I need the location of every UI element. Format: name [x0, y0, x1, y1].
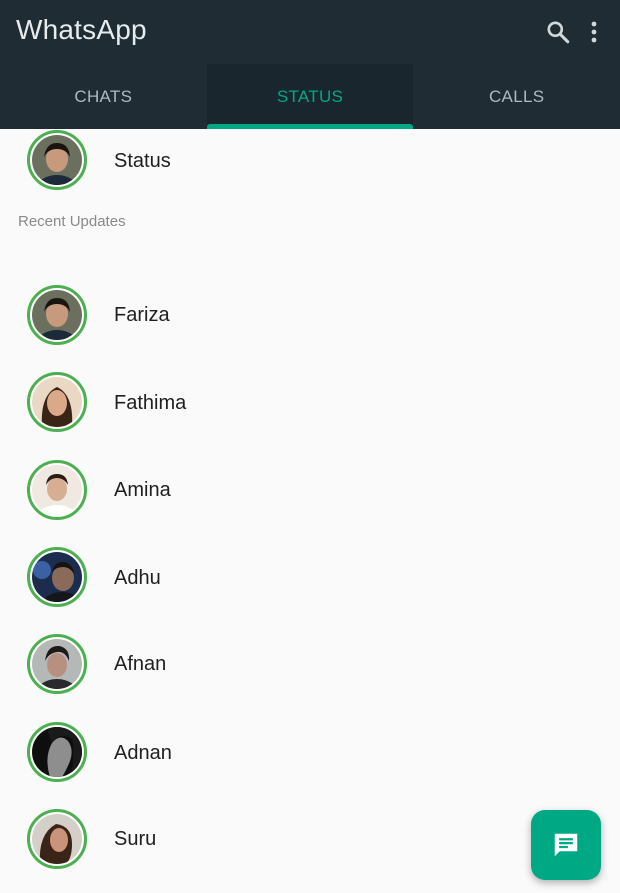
- list-item[interactable]: Afnan: [0, 624, 620, 704]
- contact-name: Adhu: [114, 567, 161, 589]
- contact-name: Adnan: [114, 742, 172, 764]
- contact-name: Fathima: [114, 392, 187, 414]
- list-item[interactable]: Suru: [0, 799, 620, 879]
- app-title: WhatsApp: [16, 14, 147, 45]
- status-label: Status: [114, 150, 171, 172]
- more-vert-icon: [591, 21, 597, 43]
- list-item[interactable]: Adnan: [0, 712, 620, 792]
- list-item[interactable]: Fathima: [0, 362, 620, 442]
- contact-name: Suru: [114, 828, 157, 850]
- avatar: [27, 809, 87, 869]
- app-header: WhatsApp CHATS STATUS CALLS: [0, 0, 620, 129]
- avatar: [27, 722, 87, 782]
- more-options-button[interactable]: [578, 16, 610, 48]
- avatar: [27, 547, 87, 607]
- new-status-button[interactable]: [531, 810, 601, 880]
- avatar: [27, 285, 87, 345]
- search-button[interactable]: [542, 16, 574, 48]
- avatar: [27, 460, 87, 520]
- avatar: [27, 634, 87, 694]
- contact-name: Afnan: [114, 653, 167, 675]
- list-item[interactable]: Fariza: [0, 275, 620, 355]
- avatar: [27, 372, 87, 432]
- message-icon: [554, 833, 578, 857]
- my-status-row[interactable]: Status: [0, 120, 620, 200]
- search-icon: [547, 21, 570, 44]
- contact-name: Fariza: [114, 304, 170, 326]
- avatar: [27, 130, 87, 190]
- recent-updates-heading: Recent Updates: [18, 213, 126, 230]
- list-item[interactable]: Amina: [0, 450, 620, 530]
- contact-name: Amina: [114, 479, 171, 501]
- list-item[interactable]: Adhu: [0, 537, 620, 617]
